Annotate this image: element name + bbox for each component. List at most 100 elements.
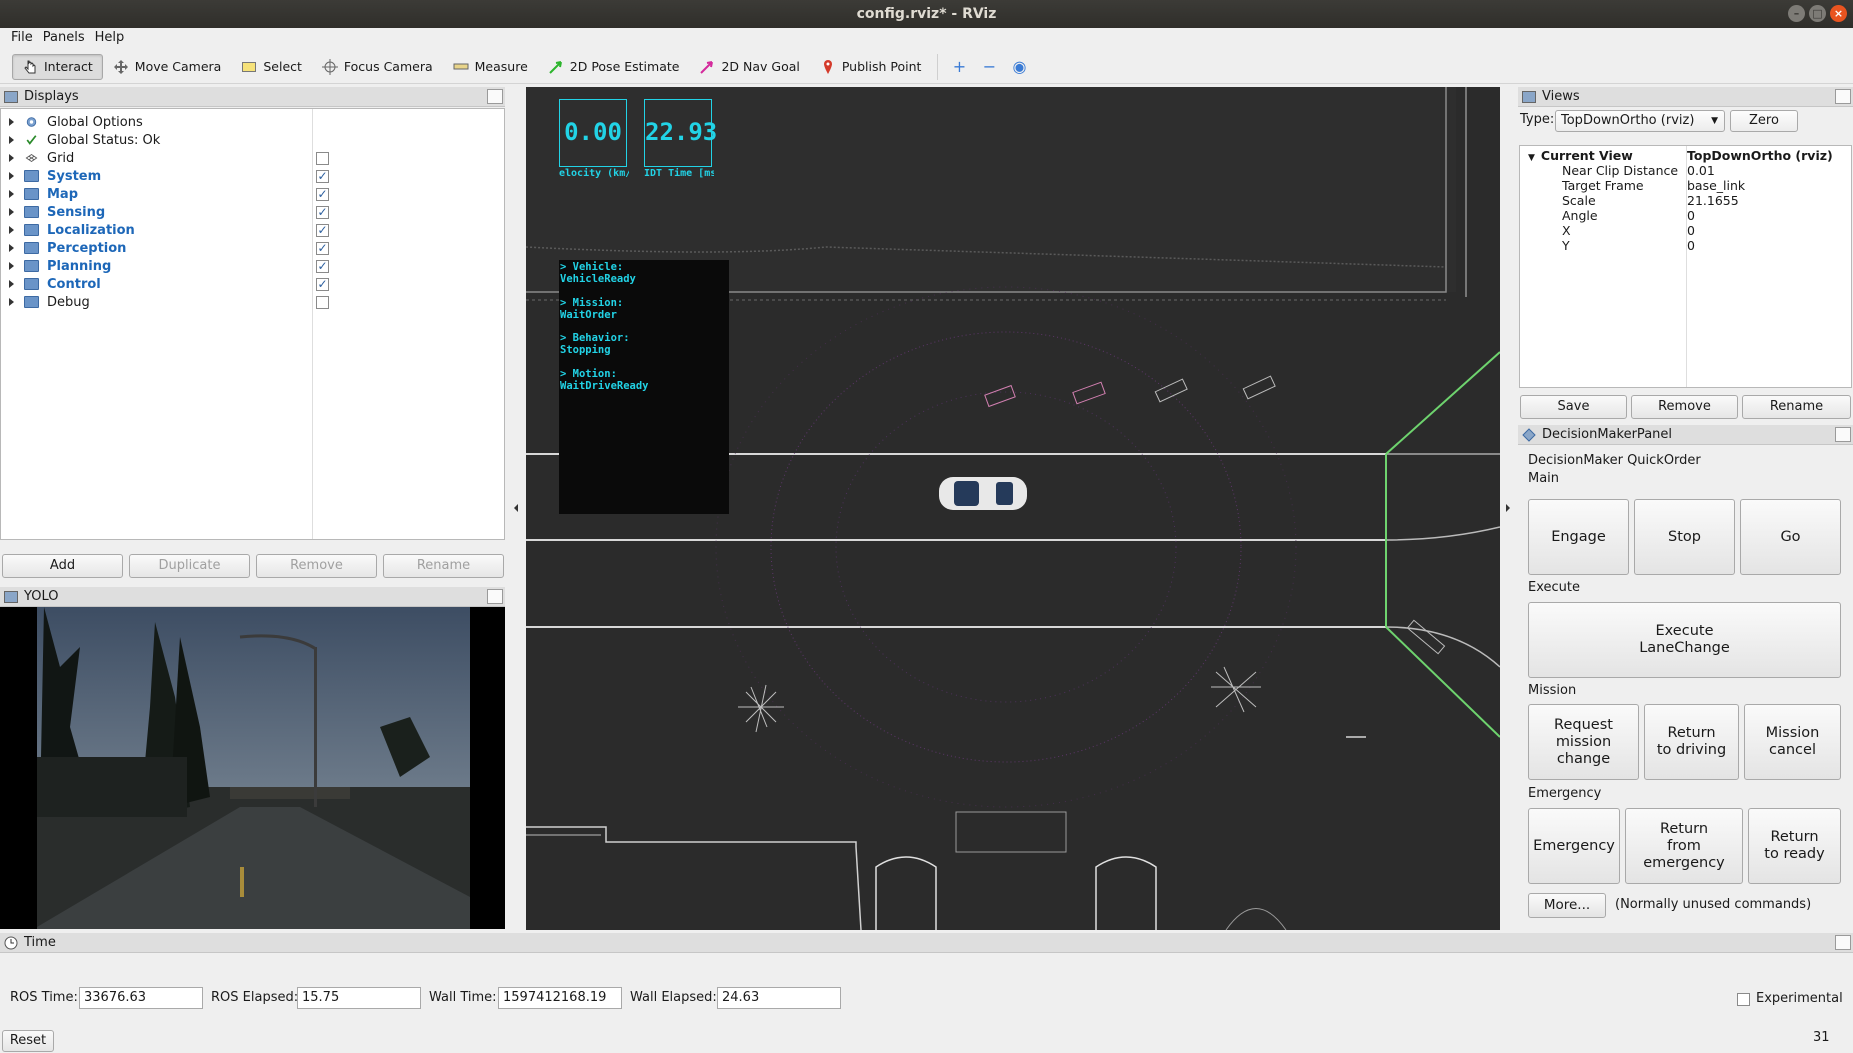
expand-arrow-icon[interactable] (9, 244, 14, 252)
reset-button[interactable]: Reset (2, 1030, 54, 1052)
collapse-arrow-icon[interactable]: ▼ (1528, 153, 1535, 163)
rename-view-button[interactable]: Rename (1742, 395, 1851, 419)
expand-arrow-icon[interactable] (9, 136, 14, 144)
property-value[interactable]: base_link (1685, 178, 1745, 193)
property-row[interactable]: Target Frame base_link (1520, 178, 1851, 193)
remove-view-button[interactable]: Remove (1631, 395, 1738, 419)
expand-arrow-icon[interactable] (9, 190, 14, 198)
display-item-global-options[interactable]: Global Options (1, 113, 504, 131)
render-view-3d[interactable]: 0.00 elocity (km/h 22.93 IDT Time [ms > … (526, 87, 1500, 930)
collapse-right-arrow-icon[interactable] (1501, 87, 1515, 930)
tool-measure[interactable]: Measure (443, 54, 538, 80)
ros-time-field[interactable]: 33676.63 (79, 987, 203, 1009)
property-value[interactable]: 21.1655 (1685, 193, 1739, 208)
stop-button[interactable]: Stop (1634, 499, 1735, 575)
debug-enabled-checkbox[interactable] (316, 296, 329, 309)
tool-2d-pose-estimate[interactable]: 2D Pose Estimate (538, 54, 690, 80)
zero-button[interactable]: Zero (1730, 110, 1798, 132)
display-item-system[interactable]: System (1, 167, 504, 185)
float-panel-button[interactable] (1835, 89, 1851, 104)
go-button[interactable]: Go (1740, 499, 1841, 575)
wall-time-field[interactable]: 1597412168.19 (498, 987, 622, 1009)
display-item-control[interactable]: Control (1, 275, 504, 293)
right-splitter[interactable] (1501, 87, 1515, 930)
mission-cancel-button[interactable]: Mission cancel (1744, 704, 1841, 780)
duplicate-display-button[interactable]: Duplicate (129, 554, 250, 578)
save-view-button[interactable]: Save (1520, 395, 1627, 419)
expand-arrow-icon[interactable] (9, 154, 14, 162)
display-item-localization[interactable]: Localization (1, 221, 504, 239)
expand-arrow-icon[interactable] (9, 280, 14, 288)
sensing-enabled-checkbox[interactable]: ✓ (316, 206, 329, 219)
return-to-ready-button[interactable]: Return to ready (1748, 808, 1841, 884)
menu-file[interactable]: File (6, 28, 38, 50)
tool-move-camera[interactable]: Move Camera (103, 54, 232, 80)
add-tool-plus-icon[interactable]: + (944, 54, 974, 80)
display-item-map[interactable]: Map (1, 185, 504, 203)
expand-arrow-icon[interactable] (9, 118, 14, 126)
property-value[interactable]: 0.01 (1685, 163, 1715, 178)
property-value[interactable]: 0 (1685, 238, 1695, 253)
current-view-row[interactable]: ▼ Current View TopDownOrtho (rviz) (1520, 148, 1851, 163)
remove-display-button[interactable]: Remove (256, 554, 377, 578)
display-item-grid[interactable]: Grid (1, 149, 504, 167)
tool-properties-eye-icon[interactable]: ◉ (1004, 54, 1034, 80)
planning-enabled-checkbox[interactable]: ✓ (316, 260, 329, 273)
expand-arrow-icon[interactable] (9, 172, 14, 180)
expand-arrow-icon[interactable] (9, 226, 14, 234)
more-commands-button[interactable]: More... (1528, 893, 1606, 918)
execute-lane-change-button[interactable]: Execute LaneChange (1528, 602, 1841, 678)
float-panel-button[interactable] (487, 89, 503, 104)
emergency-button[interactable]: Emergency (1528, 808, 1620, 884)
expand-arrow-icon[interactable] (9, 298, 14, 306)
property-row[interactable]: Scale 21.1655 (1520, 193, 1851, 208)
property-row[interactable]: Y0 (1520, 238, 1851, 253)
maximize-icon[interactable]: □ (1809, 5, 1826, 22)
float-panel-button[interactable] (1835, 935, 1851, 950)
rename-display-button[interactable]: Rename (383, 554, 504, 578)
perception-enabled-checkbox[interactable]: ✓ (316, 242, 329, 255)
view-type-select[interactable]: TopDownOrtho (rviz) ▼ (1555, 110, 1725, 132)
menu-panels[interactable]: Panels (38, 28, 90, 50)
display-item-planning[interactable]: Planning (1, 257, 504, 275)
remove-tool-minus-icon[interactable]: − (974, 54, 1004, 80)
system-enabled-checkbox[interactable]: ✓ (316, 170, 329, 183)
property-value[interactable]: 0 (1685, 223, 1695, 238)
map-enabled-checkbox[interactable]: ✓ (316, 188, 329, 201)
request-mission-change-button[interactable]: Request mission change (1528, 704, 1639, 780)
property-row[interactable]: Near Clip Distance 0.01 (1520, 163, 1851, 178)
left-splitter[interactable] (509, 87, 523, 930)
tool-interact[interactable]: Interact (12, 53, 103, 80)
wall-elapsed-field[interactable]: 24.63 (717, 987, 841, 1009)
property-row[interactable]: X0 (1520, 223, 1851, 238)
display-item-label: Localization (47, 222, 135, 238)
display-item-debug[interactable]: Debug (1, 293, 504, 311)
expand-arrow-icon[interactable] (9, 208, 14, 216)
tool-2d-nav-goal[interactable]: 2D Nav Goal (689, 54, 809, 80)
ros-elapsed-field[interactable]: 15.75 (297, 987, 421, 1009)
display-item-sensing[interactable]: Sensing (1, 203, 504, 221)
grid-enabled-checkbox[interactable] (316, 152, 329, 165)
display-item-perception[interactable]: Perception (1, 239, 504, 257)
add-display-button[interactable]: Add (2, 554, 123, 578)
close-icon[interactable]: × (1830, 5, 1847, 22)
expand-arrow-icon[interactable] (9, 262, 14, 270)
engage-button[interactable]: Engage (1528, 499, 1629, 575)
tool-focus-camera[interactable]: Focus Camera (312, 54, 443, 80)
float-panel-button[interactable] (487, 589, 503, 604)
property-row[interactable]: Angle 0 (1520, 208, 1851, 223)
menu-help[interactable]: Help (90, 28, 130, 50)
localization-enabled-checkbox[interactable]: ✓ (316, 224, 329, 237)
return-from-emergency-button[interactable]: Return from emergency (1625, 808, 1743, 884)
tool-publish-point[interactable]: Publish Point (810, 54, 932, 80)
float-panel-button[interactable] (1835, 427, 1851, 442)
experimental-checkbox[interactable] (1737, 993, 1750, 1006)
control-enabled-checkbox[interactable]: ✓ (316, 278, 329, 291)
tool-select[interactable]: Select (231, 54, 312, 80)
display-item-global-status[interactable]: Global Status: Ok (1, 131, 504, 149)
camera-icon (1522, 90, 1536, 103)
return-to-driving-button[interactable]: Return to driving (1644, 704, 1739, 780)
collapse-left-arrow-icon[interactable] (509, 87, 523, 930)
property-value[interactable]: 0 (1685, 208, 1695, 223)
minimize-icon[interactable]: – (1788, 5, 1805, 22)
